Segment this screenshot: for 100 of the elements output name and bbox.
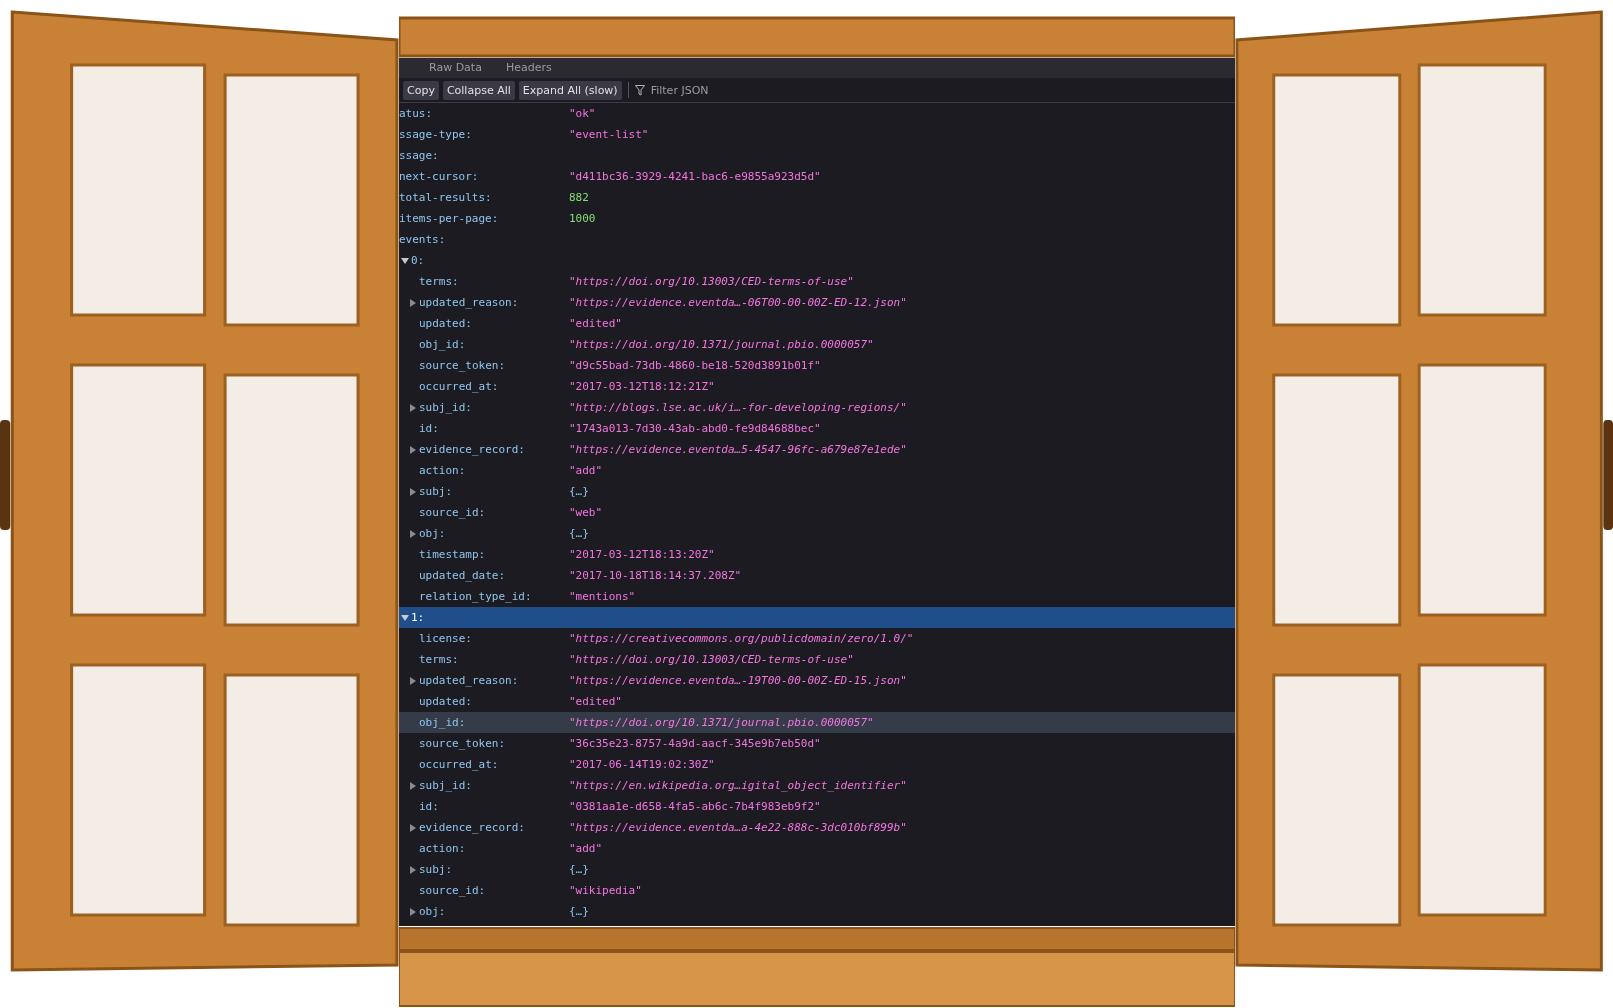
json-key: terms: [419, 275, 459, 288]
json-key: action: [419, 464, 466, 477]
json-row[interactable]: terms: "https://doi.org/10.13003/CED-terms-of-use" [399, 271, 1235, 292]
json-row[interactable]: relation_type_id: "mentions" [399, 586, 1235, 607]
json-row[interactable]: source_id: "wikipedia" [399, 880, 1235, 901]
json-key: updated: [419, 695, 472, 708]
json-row[interactable]: evidence_record: "https://evidence.eventda…5-4547-96fc-a679e87e1ede" [399, 439, 1235, 460]
json-value: {…} [569, 863, 589, 876]
json-key: terms: [419, 653, 459, 666]
json-row[interactable]: next-cursor: "d411bc36-3929-4241-bac6-e9855a923d5d" [399, 166, 1235, 187]
collapsed-arrow-icon[interactable] [409, 676, 417, 685]
json-key: obj_id: [419, 338, 466, 351]
json-value: "ok" [569, 107, 596, 120]
toolbar-button[interactable]: Collapse All [442, 80, 515, 100]
json-row[interactable]: updated_date: "2017-10-18T18:14:37.208Z" [399, 565, 1235, 586]
json-row[interactable]: events: [399, 229, 1235, 250]
json-value: "mentions" [569, 590, 636, 603]
json-row[interactable]: occurred_at: "2017-06-14T19:02:30Z" [399, 754, 1235, 775]
json-key: relation_type_id: [419, 590, 532, 603]
json-key: subj_id: [419, 779, 472, 792]
json-key: timestamp: [419, 548, 486, 561]
json-value: "0381aa1e-d658-4fa5-ab6c-7b4f983eb9f2" [569, 800, 821, 813]
json-value: {…} [569, 527, 589, 540]
json-key: occurred_at: [419, 380, 499, 393]
collapsed-arrow-icon[interactable] [409, 781, 417, 790]
json-value: {…} [569, 905, 589, 918]
json-row[interactable]: subj: {…} [399, 859, 1235, 880]
json-key: updated: [419, 317, 472, 330]
json-key: 0: [411, 254, 425, 267]
json-row[interactable]: license: "https://creativecommons.org/publicdomain/zero/1.0/" [399, 628, 1235, 649]
json-row[interactable]: source_token: "d9c55bad-73db-4860-be18-520d3891b01f" [399, 355, 1235, 376]
json-value: "2017-03-12T18:13:20Z" [569, 548, 715, 561]
json-row[interactable]: items-per-page: 1000 [399, 208, 1235, 229]
json-row[interactable]: id: "1743a013-7d30-43ab-abd0-fe9d84688bec" [399, 418, 1235, 439]
expanded-arrow-icon[interactable] [401, 613, 409, 622]
json-row[interactable]: 0: [399, 250, 1235, 271]
json-key: 1: [411, 611, 425, 624]
json-row[interactable]: ssage-type: "event-list" [399, 124, 1235, 145]
json-row[interactable]: action: "add" [399, 838, 1235, 859]
toolbar-button[interactable]: Copy [403, 80, 439, 100]
json-key: subj_id: [419, 401, 472, 414]
json-key: atus: [399, 107, 433, 120]
collapsed-arrow-icon[interactable] [409, 907, 417, 916]
json-key: source_token: [419, 737, 506, 750]
json-row[interactable]: action: "add" [399, 460, 1235, 481]
collapsed-arrow-icon[interactable] [409, 865, 417, 874]
tab[interactable]: Headers [505, 60, 552, 76]
json-row[interactable]: obj: {…} [399, 523, 1235, 544]
json-key: updated_reason: [419, 674, 519, 687]
collapsed-arrow-icon[interactable] [409, 403, 417, 412]
json-row[interactable]: atus: "ok" [399, 103, 1235, 124]
json-row[interactable]: evidence_record: "https://evidence.eventda…a-4e22-888c-3dc010bf899b" [399, 817, 1235, 838]
json-row[interactable]: source_token: "36c35e23-8757-4a9d-aacf-345e9b7eb50d" [399, 733, 1235, 754]
toolbar-button[interactable]: Expand All (slow) [518, 80, 622, 100]
json-value: "2017-03-12T18:12:21Z" [569, 380, 715, 393]
json-value: "add" [569, 842, 603, 855]
json-row[interactable]: obj: {…} [399, 901, 1235, 922]
collapsed-arrow-icon[interactable] [409, 445, 417, 454]
json-row[interactable]: subj: {…} [399, 481, 1235, 502]
json-value: "http://blogs.lse.ac.uk/i…-for-developing-regions/" [569, 401, 907, 414]
json-value: "https://doi.org/10.1371/journal.pbio.0000057" [569, 338, 874, 351]
collapsed-arrow-icon[interactable] [409, 298, 417, 307]
json-row[interactable]: updated: "edited" [399, 313, 1235, 334]
json-key: action: [419, 842, 466, 855]
json-value: "edited" [569, 317, 622, 330]
json-key: occurred_at: [419, 758, 499, 771]
json-row[interactable]: terms: "https://doi.org/10.13003/CED-terms-of-use" [399, 649, 1235, 670]
json-row[interactable]: 1: [399, 607, 1235, 628]
json-value: "https://creativecommons.org/publicdomain/zero/1.0/" [569, 632, 914, 645]
json-row[interactable]: updated: "edited" [399, 691, 1235, 712]
json-row[interactable]: timestamp: "2017-03-12T18:13:20Z" [399, 544, 1235, 565]
json-value: 1000 [569, 212, 596, 225]
json-row[interactable]: updated_reason: "https://evidence.eventda…-06T00-00-00Z-ED-12.json" [399, 292, 1235, 313]
json-value: "event-list" [569, 128, 649, 141]
json-value: "https://evidence.eventda…5-4547-96fc-a679e87e1ede" [569, 443, 907, 456]
json-row[interactable]: obj_id: "https://doi.org/10.1371/journal.pbio.0000057" [399, 712, 1235, 733]
filter-field[interactable]: Filter JSON [648, 82, 1231, 98]
json-key: subj: [419, 485, 453, 498]
json-row[interactable]: obj_id: "https://doi.org/10.1371/journal.pbio.0000057" [399, 334, 1235, 355]
collapsed-arrow-icon[interactable] [409, 487, 417, 496]
json-key: next-cursor: [399, 170, 479, 183]
collapsed-arrow-icon[interactable] [409, 529, 417, 538]
json-value: "https://doi.org/10.1371/journal.pbio.0000057" [569, 716, 874, 729]
json-key: ssage: [399, 149, 439, 162]
collapsed-arrow-icon[interactable] [409, 823, 417, 832]
json-row[interactable]: id: "0381aa1e-d658-4fa5-ab6c-7b4f983eb9f2" [399, 796, 1235, 817]
expanded-arrow-icon[interactable] [401, 256, 409, 265]
json-value: "https://doi.org/10.13003/CED-terms-of-use" [569, 275, 854, 288]
json-key: source_id: [419, 506, 486, 519]
json-row[interactable]: updated_reason: "https://evidence.eventda…-19T00-00-00Z-ED-15.json" [399, 670, 1235, 691]
json-row[interactable]: ssage: [399, 145, 1235, 166]
json-row[interactable]: subj_id: "http://blogs.lse.ac.uk/i…-for-developing-regions/" [399, 397, 1235, 418]
json-row[interactable]: occurred_at: "2017-03-12T18:12:21Z" [399, 376, 1235, 397]
json-row[interactable]: subj_id: "https://en.wikipedia.org…igital_object_identifier" [399, 775, 1235, 796]
json-row[interactable]: total-results: 882 [399, 187, 1235, 208]
json-value: "36c35e23-8757-4a9d-aacf-345e9b7eb50d" [569, 737, 821, 750]
json-value: "1743a013-7d30-43ab-abd0-fe9d84688bec" [569, 422, 821, 435]
tab[interactable]: Raw Data [429, 60, 482, 76]
json-key: id: [419, 422, 439, 435]
json-row[interactable]: source_id: "web" [399, 502, 1235, 523]
